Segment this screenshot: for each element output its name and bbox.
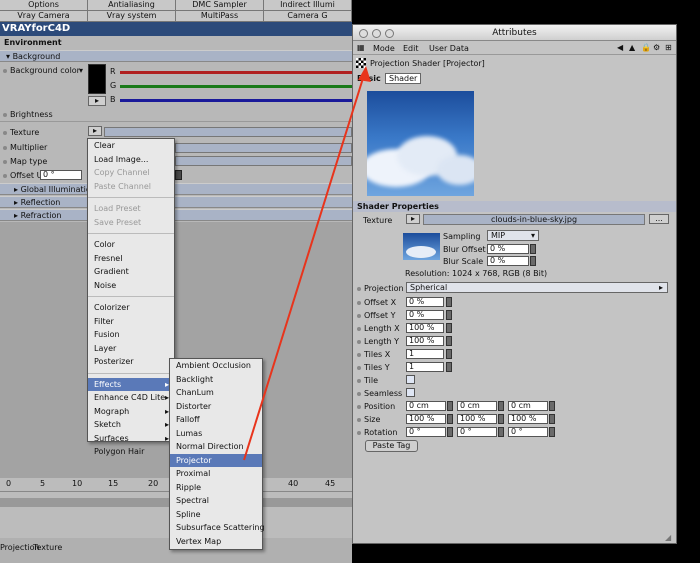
arrow-line [243,74,365,461]
red-annotation-arrow [243,66,371,461]
arrow-head-icon [358,66,371,82]
